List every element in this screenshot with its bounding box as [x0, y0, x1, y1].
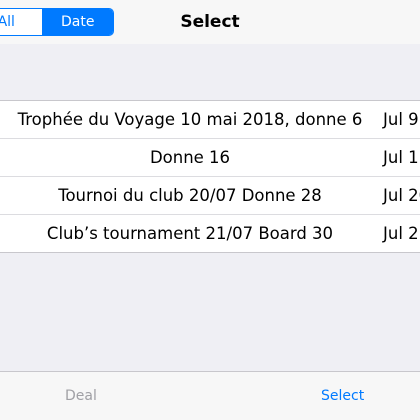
list-item-date: Jul 9 [383, 110, 419, 129]
list-item[interactable]: Trophée du Voyage 10 mai 2018, donne 6 J… [0, 101, 420, 138]
list-item[interactable]: Tournoi du club 20/07 Donne 28 Jul 20 [0, 176, 420, 214]
list-item[interactable]: Club’s tournament 21/07 Board 30 Jul 21 [0, 214, 420, 252]
bottom-toolbar: Deal Select [0, 371, 420, 420]
sort-segmented-control: All Date [0, 8, 114, 36]
navigation-bar: All Date Select [0, 0, 420, 44]
list-item-date: Jul 20 [383, 186, 420, 205]
deal-list: Trophée du Voyage 10 mai 2018, donne 6 J… [0, 100, 420, 253]
select-button[interactable]: Select [321, 372, 364, 420]
list-item-title: Club’s tournament 21/07 Board 30 [46, 224, 334, 243]
list-item-date: Jul 21 [383, 224, 420, 243]
list-item-title: Tournoi du club 20/07 Donne 28 [58, 186, 322, 205]
screen: All Date Select Trophée du Voyage 10 mai… [0, 0, 420, 420]
list-item-title: Trophée du Voyage 10 mai 2018, donne 6 [17, 110, 363, 129]
deal-button[interactable]: Deal [65, 372, 97, 420]
list-item-title: Donne 16 [149, 148, 231, 167]
list-item-date: Jul 11 [383, 148, 420, 167]
segment-date[interactable]: Date [41, 9, 113, 35]
list-item[interactable]: Donne 16 Jul 11 [0, 138, 420, 176]
segment-all[interactable]: All [0, 9, 42, 35]
